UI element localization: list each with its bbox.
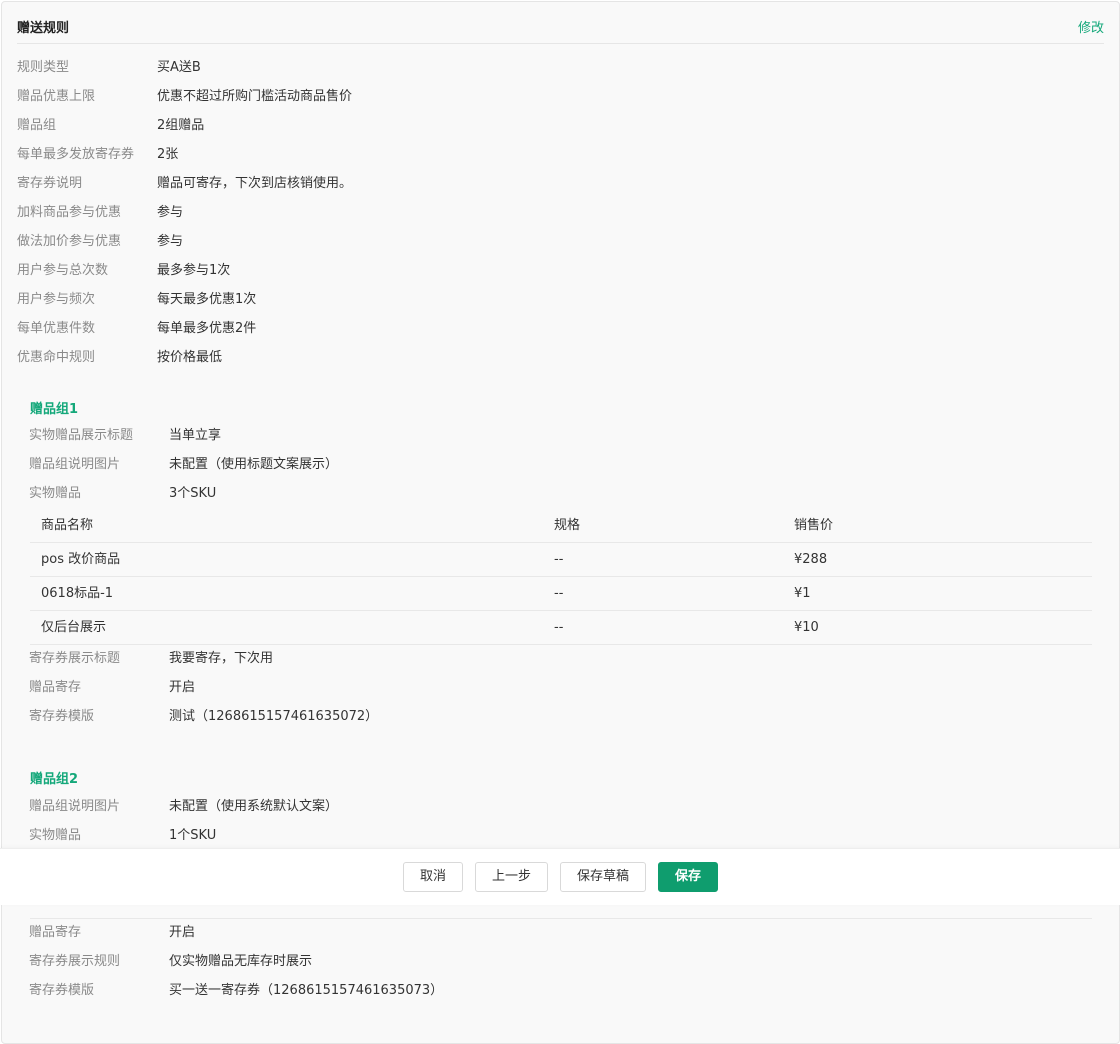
- cell-spec: --: [554, 586, 564, 601]
- field-label: 赠品寄存: [29, 680, 82, 695]
- rule-value: 每单最多优惠2件: [157, 321, 257, 336]
- column-header-name: 商品名称: [41, 518, 94, 533]
- rule-label: 优惠命中规则: [17, 350, 96, 365]
- rule-label: 用户参与频次: [17, 292, 96, 307]
- field-label: 赠品组说明图片: [29, 457, 121, 472]
- field-value: 测试（1268615157461635072）: [169, 709, 379, 724]
- rule-value: 按价格最低: [157, 350, 223, 365]
- cell-spec: --: [554, 552, 564, 567]
- table-row: 仅后台展示 -- ¥10: [30, 611, 1092, 645]
- cell-price: ¥1: [794, 586, 811, 601]
- action-bar: 取消 上一步 保存草稿 保存: [0, 848, 1120, 905]
- field-label: 寄存券展示规则: [29, 954, 121, 969]
- field-label: 寄存券模版: [29, 709, 95, 724]
- field-value: 未配置（使用系统默认文案）: [169, 799, 339, 814]
- cell-name: 仅后台展示: [41, 620, 107, 635]
- table-header-row: 商品名称 规格 销售价: [30, 509, 1092, 543]
- rule-value: 优惠不超过所购门槛活动商品售价: [157, 89, 353, 104]
- field-value: 仅实物赠品无库存时展示: [169, 954, 313, 969]
- rule-label: 加料商品参与优惠: [17, 205, 122, 220]
- panel-title: 赠送规则: [17, 21, 70, 36]
- rule-label: 赠品组: [17, 118, 57, 133]
- field-label: 实物赠品: [29, 828, 82, 843]
- rule-label: 规则类型: [17, 60, 70, 75]
- rule-value: 每天最多优惠1次: [157, 292, 257, 307]
- field-value: 开启: [169, 925, 196, 940]
- rule-label: 用户参与总次数: [17, 263, 109, 278]
- column-header-price: 销售价: [794, 518, 834, 533]
- table-row: pos 改价商品 -- ¥288: [30, 543, 1092, 577]
- rule-label: 每单优惠件数: [17, 321, 96, 336]
- gift-group-1-title: 赠品组1: [30, 402, 79, 417]
- field-label: 实物赠品展示标题: [29, 428, 134, 443]
- cell-price: ¥10: [794, 620, 819, 635]
- field-label: 赠品寄存: [29, 925, 82, 940]
- gift-group-2-title: 赠品组2: [30, 772, 79, 787]
- field-label: 实物赠品: [29, 486, 82, 501]
- cell-price: ¥288: [794, 552, 828, 567]
- rule-value: 参与: [157, 205, 184, 220]
- edit-link[interactable]: 修改: [1078, 17, 1104, 36]
- cell-name: pos 改价商品: [41, 552, 121, 567]
- rule-value: 最多参与1次: [157, 263, 231, 278]
- rule-label: 做法加价参与优惠: [17, 234, 122, 249]
- rule-label: 赠品优惠上限: [17, 89, 96, 104]
- rule-value: 参与: [157, 234, 184, 249]
- gift-sku-table: 商品名称 规格 销售价 pos 改价商品 -- ¥288 0618标品-1 --…: [30, 509, 1092, 645]
- field-label: 寄存券展示标题: [29, 651, 121, 666]
- panel-header: 赠送规则 修改: [17, 2, 1104, 44]
- rule-value: 2张: [157, 147, 179, 162]
- cell-name: 0618标品-1: [41, 586, 114, 601]
- table-row: 0618标品-1 -- ¥1: [30, 577, 1092, 611]
- save-draft-button[interactable]: 保存草稿: [560, 862, 646, 892]
- rule-label: 每单最多发放寄存券: [17, 147, 135, 162]
- field-value: 3个SKU: [169, 486, 217, 501]
- cancel-button[interactable]: 取消: [403, 862, 463, 892]
- field-value: 1个SKU: [169, 828, 217, 843]
- field-value: 买一送一寄存券（1268615157461635073）: [169, 983, 444, 998]
- rule-value: 赠品可寄存，下次到店核销使用。: [157, 176, 353, 191]
- field-value: 当单立享: [169, 428, 222, 443]
- column-header-spec: 规格: [554, 518, 581, 533]
- save-button[interactable]: 保存: [658, 862, 718, 892]
- field-value: 开启: [169, 680, 196, 695]
- field-value: 未配置（使用标题文案展示）: [169, 457, 339, 472]
- rule-label: 寄存券说明: [17, 176, 83, 191]
- cell-spec: --: [554, 620, 564, 635]
- field-label: 寄存券模版: [29, 983, 95, 998]
- rule-value: 2组赠品: [157, 118, 205, 133]
- prev-step-button[interactable]: 上一步: [475, 862, 548, 892]
- field-label: 赠品组说明图片: [29, 799, 121, 814]
- field-value: 我要寄存，下次用: [169, 651, 274, 666]
- rule-value: 买A送B: [157, 60, 201, 75]
